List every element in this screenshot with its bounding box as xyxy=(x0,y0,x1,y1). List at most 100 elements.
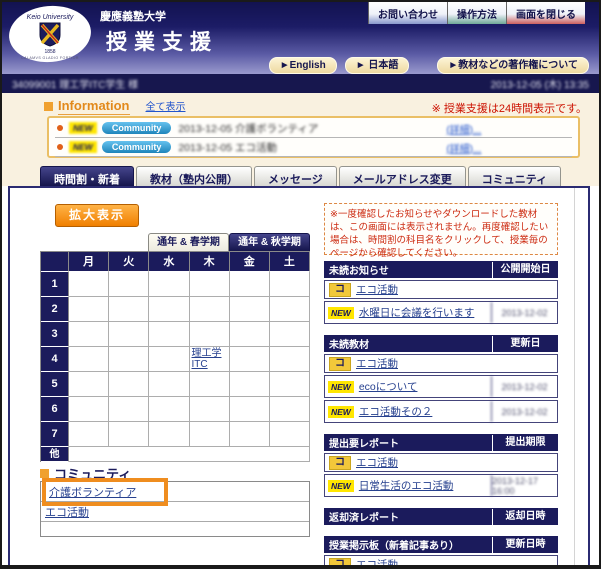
date-cell: 2013-12-02 xyxy=(491,302,557,323)
semester-tab[interactable]: 通年 & 春学期 xyxy=(148,233,229,251)
new-badge: NEW xyxy=(328,307,354,319)
item-link[interactable]: エコ活動 xyxy=(356,282,398,297)
timetable-cell xyxy=(149,322,189,347)
user-bar: 34099001 理工学ITC学生 様 2013-12-05 (木) 13:35 xyxy=(2,74,599,93)
day-header: 木 xyxy=(190,252,230,272)
new-badge: NEW xyxy=(328,480,354,492)
date-cell: 2013-12-02 xyxy=(491,376,557,397)
period-header: 6 xyxy=(41,397,69,422)
annotation-highlight-rect: 介護ボランティア xyxy=(42,478,168,506)
status-section: 返却済レポート返却日時 xyxy=(324,508,558,525)
timetable-cell xyxy=(230,322,270,347)
section-row: NEWエコ活動その２2013-12-02 xyxy=(324,400,558,423)
semester-tab[interactable]: 通年 & 秋学期 xyxy=(229,233,310,251)
timetable-cell xyxy=(109,422,149,447)
utility-button[interactable]: 画面を閉じる xyxy=(506,2,585,24)
timetable-cell xyxy=(270,372,310,397)
period-header: 1 xyxy=(41,272,69,297)
information-title: Information xyxy=(58,98,130,115)
status-sections: 未読お知らせ公開開始日コエコ活動NEW水曜日に会議を行います2013-12-02… xyxy=(324,261,558,569)
scrollbar-track-line xyxy=(574,188,575,569)
item-link[interactable]: エコ活動その２ xyxy=(359,404,433,419)
timetable-cell xyxy=(230,397,270,422)
timetable-cell: 理工学 ITC xyxy=(190,347,230,372)
community-badge: Community xyxy=(102,141,172,153)
user-name-text: 34099001 理工学ITC学生 様 xyxy=(12,76,138,91)
tab-メールアドレス変更[interactable]: メールアドレス変更 xyxy=(339,166,466,186)
day-header: 火 xyxy=(109,252,149,272)
keio-university-logo: Keio University 1858 CALAMVS GLADIO FORT… xyxy=(8,5,92,63)
timetable-cell xyxy=(230,297,270,322)
utility-button[interactable]: 操作方法 xyxy=(447,2,506,24)
semester-tabs: 通年 & 春学期通年 & 秋学期 xyxy=(148,233,310,251)
current-datetime: 2013-12-05 (木) 13:35 xyxy=(491,76,589,91)
detail-link[interactable]: (詳細)... xyxy=(446,121,481,136)
course-link[interactable]: 理工学 ITC xyxy=(192,348,222,370)
timetable-cell xyxy=(69,347,109,372)
item-link[interactable]: 水曜日に会議を行います xyxy=(359,305,475,320)
section-row: コエコ活動 xyxy=(324,453,558,472)
tab-コミュニティ[interactable]: コミュニティ xyxy=(468,166,561,186)
information-item-text: 2013-12-05 介護ボランティア xyxy=(178,121,446,136)
item-link[interactable]: 日常生活のエコ活動 xyxy=(359,478,454,493)
item-link[interactable]: エコ活動 xyxy=(356,557,398,569)
row-content: NEW 日常生活のエコ活動 xyxy=(325,478,491,493)
timetable-cell xyxy=(270,347,310,372)
tab-メッセージ[interactable]: メッセージ xyxy=(254,166,337,186)
timetable-cell xyxy=(270,397,310,422)
community-list: 介護ボランティアエコ活動 xyxy=(40,481,310,537)
section-title: 提出要レポート xyxy=(324,435,492,450)
community-link[interactable]: エコ活動 xyxy=(45,504,89,520)
timetable-cell xyxy=(190,422,230,447)
row-content: コエコ活動 xyxy=(325,557,557,569)
section-title: 授業掲示板（新着記事あり） xyxy=(324,537,492,552)
period-header: 5 xyxy=(41,372,69,397)
tab-教材（塾内公開）[interactable]: 教材（塾内公開） xyxy=(136,166,252,186)
logo-university-en: Keio University xyxy=(27,14,74,21)
section-date-label: 公開開始日 xyxy=(492,262,558,278)
timetable-cell xyxy=(190,322,230,347)
section-date-label: 返却日時 xyxy=(492,509,558,525)
day-header: 水 xyxy=(149,252,189,272)
section-title: 未読お知らせ xyxy=(324,262,492,277)
status-section: 未読お知らせ公開開始日コエコ活動NEW水曜日に会議を行います2013-12-02 xyxy=(324,261,558,324)
item-link[interactable]: ecoについて xyxy=(359,379,418,394)
timetable-cell xyxy=(149,372,189,397)
timetable: 月火水木金土1234理工学 ITC567他 xyxy=(40,251,310,462)
timetable-cell xyxy=(190,372,230,397)
timetable-cell xyxy=(109,272,149,297)
language-buttons: ►English ► 日本語 ►教材などの著作権について xyxy=(261,57,589,74)
enlarge-view-button[interactable]: 拡大表示 xyxy=(55,204,139,227)
detail-link[interactable]: (詳細)... xyxy=(446,140,481,155)
timetable-cell xyxy=(230,372,270,397)
community-tag-badge: コ xyxy=(329,558,351,569)
utility-button[interactable]: お問い合わせ xyxy=(368,2,447,24)
timetable-cell xyxy=(270,297,310,322)
show-all-link[interactable]: 全て表示 xyxy=(146,98,186,113)
row-content: NEW 水曜日に会議を行います xyxy=(325,305,491,320)
timetable-corner xyxy=(41,252,69,272)
item-link[interactable]: エコ活動 xyxy=(356,455,398,470)
tab-時間割・新着[interactable]: 時間割・新着 xyxy=(40,166,134,186)
information-item: NEWCommunity2013-12-05 エコ活動(詳細)... xyxy=(55,138,572,157)
period-header: 3 xyxy=(41,322,69,347)
timetable-cell xyxy=(109,297,149,322)
status-section: 未読教材更新日コエコ活動NEWecoについて2013-12-02NEWエコ活動そ… xyxy=(324,335,558,423)
row-content: NEWecoについて xyxy=(325,379,491,394)
community-tag-badge: コ xyxy=(329,283,351,297)
community-link[interactable]: 介護ボランティア xyxy=(49,487,136,499)
timetable-cell xyxy=(69,272,109,297)
language-button[interactable]: ►English xyxy=(269,57,337,74)
header-utility-buttons: お問い合わせ操作方法画面を閉じる xyxy=(368,2,585,24)
item-link[interactable]: エコ活動 xyxy=(356,356,398,371)
timetable-cell xyxy=(270,322,310,347)
section-row: NEW 水曜日に会議を行います 2013-12-02 xyxy=(324,301,558,324)
section-header: 提出要レポート提出期限 xyxy=(324,434,558,451)
header: Keio University 1858 CALAMVS GLADIO FORT… xyxy=(2,2,599,74)
row-content: コエコ活動 xyxy=(325,282,557,297)
timetable-cell xyxy=(109,347,149,372)
copyright-button[interactable]: ►教材などの著作権について xyxy=(437,57,589,74)
language-button[interactable]: ► 日本語 xyxy=(345,57,410,74)
app-title: 授業支援 xyxy=(106,26,218,56)
main-tabs: 時間割・新着教材（塾内公開）メッセージメールアドレス変更コミュニティ xyxy=(40,166,561,186)
